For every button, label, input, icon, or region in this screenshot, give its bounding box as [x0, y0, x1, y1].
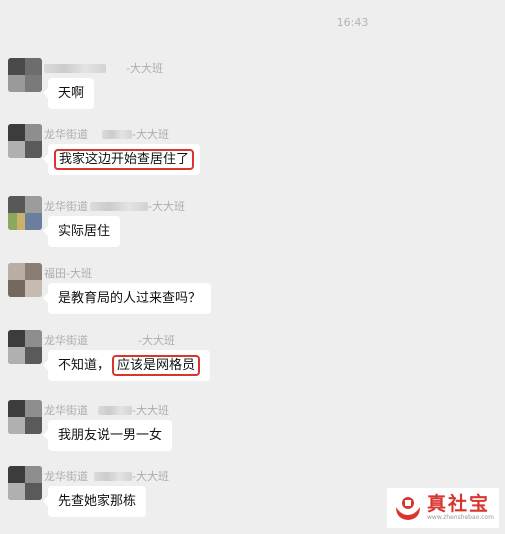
message-bubble[interactable]: 天啊: [42, 78, 95, 109]
avatar[interactable]: [8, 263, 42, 297]
message-bubble[interactable]: 实际居住: [42, 216, 121, 247]
blurred-name: [44, 63, 106, 73]
watermark-title: 真社宝: [427, 493, 491, 515]
message-bubble[interactable]: 我朋友说一男一女: [42, 420, 173, 451]
chat-timestamp: 16:43: [336, 16, 369, 29]
sender-name: 龙华街道 -大大班: [44, 128, 169, 141]
blurred-name: [102, 129, 132, 139]
message-bubble[interactable]: 我家这边开始查居住了: [42, 144, 201, 175]
watermark-url: www.zhenshebao.com: [427, 514, 494, 521]
sender-name: 福田-大班: [44, 267, 92, 280]
blurred-name: [94, 471, 132, 481]
avatar[interactable]: [8, 466, 42, 500]
sender-name: 龙华街道 -大大班: [44, 200, 185, 213]
hands-logo-icon: [396, 497, 420, 520]
avatar[interactable]: [8, 400, 42, 434]
message-bubble[interactable]: 先查她家那栋: [42, 486, 147, 517]
highlight-box: 应该是网格员: [112, 355, 201, 376]
watermark: 真社宝 www.zhenshebao.com: [387, 488, 499, 528]
avatar[interactable]: [8, 330, 42, 364]
sender-name: -大大班: [44, 60, 163, 76]
avatar[interactable]: [8, 58, 42, 92]
blurred-name: [98, 405, 132, 415]
message-bubble[interactable]: 是教育局的人过来查吗？: [42, 283, 212, 314]
blurred-name: [90, 201, 148, 211]
avatar[interactable]: [8, 196, 42, 230]
highlight-box: 我家这边开始查居住了: [54, 149, 195, 170]
sender-name: 龙华街道 -大大班: [44, 334, 175, 347]
message-bubble[interactable]: 不知道， 应该是网格员: [42, 350, 211, 381]
sender-name: 龙华街道 -大大班: [44, 404, 169, 417]
avatar[interactable]: [8, 124, 42, 158]
sender-name: 龙华街道 -大大班: [44, 470, 169, 483]
